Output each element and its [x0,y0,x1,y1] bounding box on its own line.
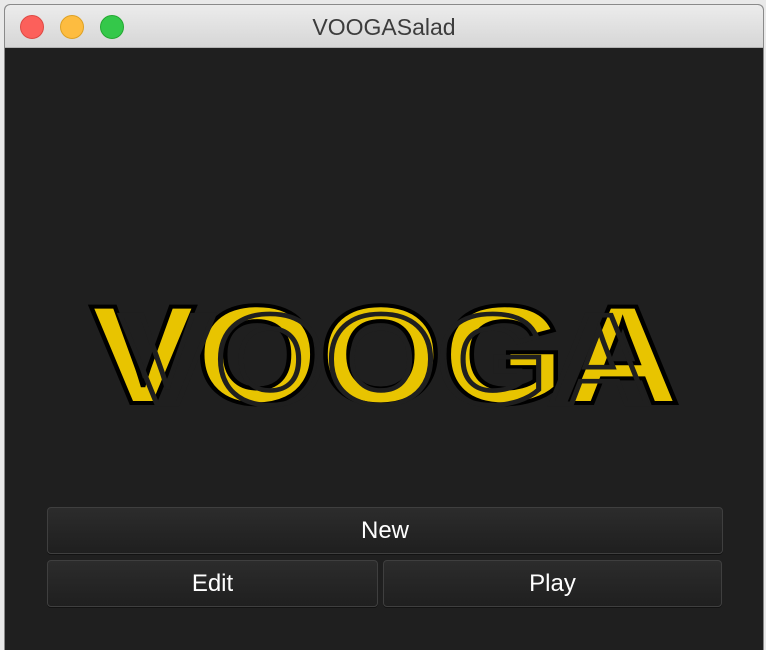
main-content: VOOGA VOOGA New Edit Play [5,48,763,650]
title-bar[interactable]: VOOGASalad [5,5,763,48]
new-button[interactable]: New [47,507,723,554]
window-title: VOOGASalad [312,14,456,40]
play-button[interactable]: Play [383,560,722,607]
edit-button[interactable]: Edit [47,560,378,607]
app-window: VOOGASalad VOOGA VOOGA New Edit Play [4,4,764,650]
vooga-logo: VOOGA VOOGA [88,288,682,418]
vooga-logo-inline: VOOGA [120,288,651,418]
